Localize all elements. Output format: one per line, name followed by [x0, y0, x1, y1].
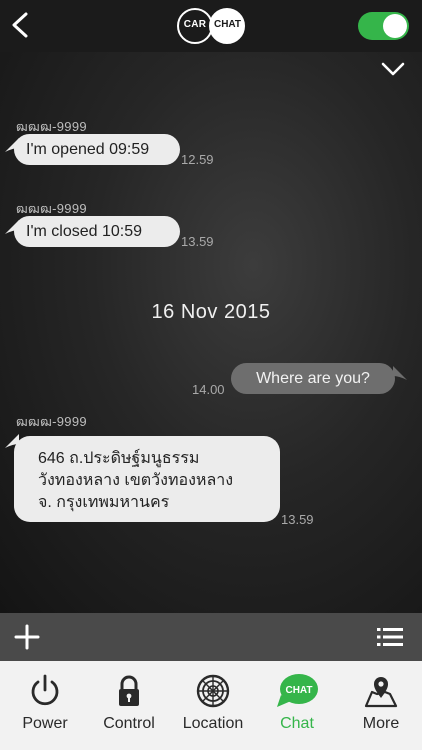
map-pin-icon: [364, 677, 398, 708]
message-text-line: วังทองหลาง เขตวังทองหลาง: [38, 472, 234, 489]
message-bubble[interactable]: 646 ถ.ประดิษฐ์มนูธรรม วังทองหลาง เขตวังท…: [14, 436, 280, 522]
message-time: 12.59: [181, 152, 214, 167]
chat-bubble-icon: CHAT: [277, 674, 318, 707]
message-text: I'm opened 09:59: [26, 141, 150, 158]
bubble-tail: [393, 366, 407, 380]
message-text-line: จ. กรุงเทพมหานคร: [38, 494, 170, 511]
tab-chat[interactable]: CHAT Chat: [255, 661, 339, 750]
toggle-knob: [383, 14, 407, 38]
chat-badge-text: CHAT: [285, 685, 312, 696]
lock-icon: [119, 675, 139, 706]
message-bubble[interactable]: I'm closed 10:59: [14, 216, 180, 247]
logo-text-car: CAR: [183, 19, 207, 30]
tab-label: Control: [103, 715, 155, 732]
message-text: Where are you?: [256, 370, 370, 387]
date-separator: 16 Nov 2015: [151, 301, 271, 323]
tab-label: Location: [182, 715, 244, 732]
tab-more[interactable]: More: [339, 661, 422, 750]
tab-label: Chat: [280, 715, 314, 732]
plus-icon[interactable]: [14, 624, 40, 650]
message-text-line: 646 ถ.ประดิษฐ์มนูธรรม: [38, 450, 200, 467]
tab-location[interactable]: Location: [171, 661, 255, 750]
message-sender: ฒฒฒ-9999: [16, 414, 87, 429]
power-icon: [31, 674, 59, 706]
car-chat-logo: CAR CHAT: [177, 8, 245, 44]
message-bubble[interactable]: I'm opened 09:59: [14, 134, 180, 165]
tab-control[interactable]: Control: [87, 661, 171, 750]
message-time: 14.00: [192, 382, 225, 397]
list-icon[interactable]: [377, 627, 403, 647]
message-text: I'm closed 10:59: [26, 223, 143, 240]
chat-action-bar: [0, 613, 422, 661]
radar-icon: [196, 674, 230, 708]
bottom-tab-bar: Power Control Location CHAT Chat More: [0, 661, 422, 750]
chevron-left-icon[interactable]: [8, 8, 32, 42]
logo-text-chat: CHAT: [213, 19, 242, 30]
top-bar: CAR CHAT: [0, 0, 422, 52]
chevron-down-icon[interactable]: [380, 58, 406, 80]
tab-label: Power: [22, 715, 68, 732]
chat-toggle-switch[interactable]: [358, 12, 409, 40]
message-time: 13.59: [181, 234, 214, 249]
tab-power[interactable]: Power: [3, 661, 87, 750]
message-bubble-outgoing[interactable]: Where are you?: [231, 363, 395, 394]
chat-area[interactable]: ฒฒฒ-9999 I'm opened 09:59 12.59 ฒฒฒ-9999…: [0, 52, 422, 613]
tab-label: More: [362, 715, 400, 732]
message-time: 13.59: [281, 512, 314, 527]
